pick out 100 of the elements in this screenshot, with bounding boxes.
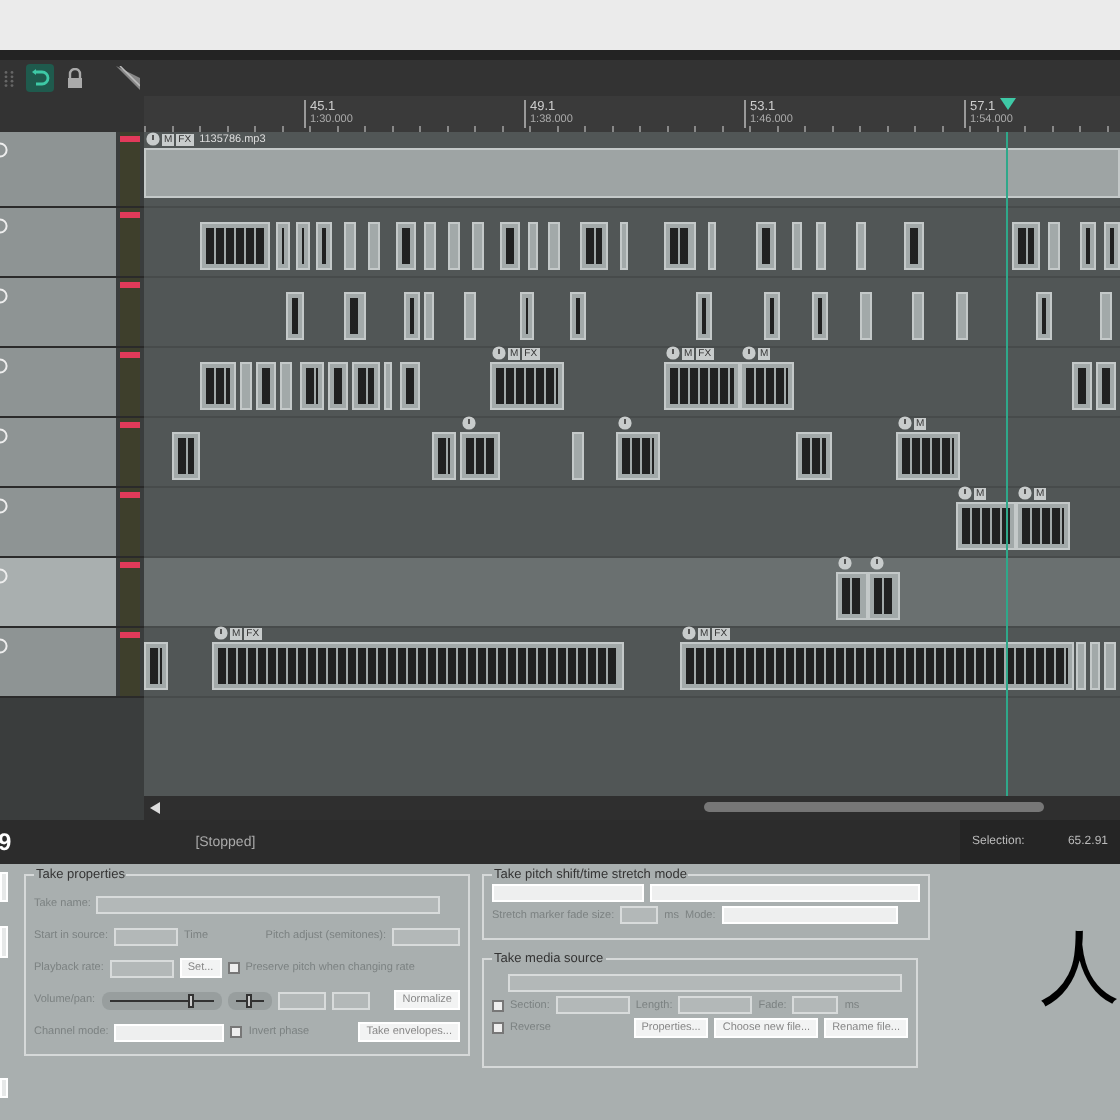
circle-icon[interactable] xyxy=(870,556,884,570)
level-meter xyxy=(120,132,140,206)
track-panel[interactable] xyxy=(0,348,116,416)
lock-icon[interactable] xyxy=(66,68,84,88)
audio-item[interactable] xyxy=(296,222,310,270)
audio-item[interactable] xyxy=(696,292,712,340)
audio-item[interactable] xyxy=(896,432,960,480)
audio-item[interactable] xyxy=(286,292,304,340)
audio-item[interactable] xyxy=(300,362,324,410)
audio-item[interactable] xyxy=(836,572,868,620)
circle-icon[interactable] xyxy=(666,346,680,360)
audio-item[interactable] xyxy=(680,642,1074,690)
audio-item[interactable] xyxy=(904,222,924,270)
circle-icon[interactable] xyxy=(618,416,632,430)
audio-item[interactable] xyxy=(580,222,608,270)
track-panel[interactable] xyxy=(0,418,116,486)
audio-item[interactable] xyxy=(1080,222,1096,270)
checkbox[interactable] xyxy=(227,962,240,974)
audio-item[interactable] xyxy=(328,362,348,410)
circle-icon[interactable] xyxy=(214,626,228,640)
audio-item[interactable] xyxy=(212,642,624,690)
start-field[interactable] xyxy=(114,927,178,945)
audio-item[interactable] xyxy=(1012,222,1040,270)
circle-icon[interactable] xyxy=(838,556,852,570)
audio-item[interactable] xyxy=(570,292,586,340)
pitch-field[interactable] xyxy=(392,927,460,945)
circle-icon[interactable] xyxy=(462,416,476,430)
circle-icon[interactable] xyxy=(682,626,696,640)
audio-item[interactable] xyxy=(1036,292,1052,340)
fade-size-field[interactable] xyxy=(620,906,659,924)
audio-item[interactable] xyxy=(664,222,696,270)
audio-item[interactable] xyxy=(1016,502,1070,550)
audio-item[interactable] xyxy=(956,502,1016,550)
audio-item[interactable] xyxy=(276,222,290,270)
section-field[interactable] xyxy=(555,996,630,1014)
audio-item[interactable] xyxy=(200,222,270,270)
track-panel[interactable] xyxy=(0,132,116,206)
rate-field[interactable] xyxy=(109,959,174,977)
level-meter xyxy=(120,488,140,556)
audio-item[interactable] xyxy=(740,362,794,410)
track-panel[interactable] xyxy=(0,628,116,696)
track-panel[interactable] xyxy=(0,208,116,276)
text-field[interactable] xyxy=(0,1078,8,1098)
track-panel[interactable] xyxy=(0,278,116,346)
audio-item[interactable] xyxy=(868,572,900,620)
circle-icon[interactable] xyxy=(1018,486,1032,500)
pan-field[interactable] xyxy=(331,991,370,1009)
audio-item[interactable] xyxy=(256,362,276,410)
checkbox[interactable] xyxy=(492,999,504,1011)
audio-item[interactable] xyxy=(200,362,236,410)
loop-button[interactable] xyxy=(26,64,54,92)
audio-item[interactable] xyxy=(664,362,740,410)
side-character: 人 xyxy=(1040,924,1120,1012)
circle-icon[interactable] xyxy=(898,416,912,430)
ruler-icon[interactable] xyxy=(116,66,140,90)
audio-item[interactable] xyxy=(520,292,534,340)
circle-icon[interactable] xyxy=(742,346,756,360)
audio-item[interactable] xyxy=(812,292,828,340)
audio-item[interactable] xyxy=(500,222,520,270)
audio-item[interactable] xyxy=(616,432,660,480)
slider-thumb[interactable] xyxy=(245,993,252,1007)
track-panel[interactable] xyxy=(0,558,116,626)
text-field[interactable] xyxy=(0,926,8,958)
volume-field[interactable] xyxy=(277,991,326,1009)
audio-item[interactable] xyxy=(490,362,564,410)
track-panel[interactable] xyxy=(0,488,116,556)
audio-item[interactable] xyxy=(144,642,168,690)
audio-item[interactable] xyxy=(764,292,780,340)
fade-field[interactable] xyxy=(792,996,839,1014)
checkbox[interactable] xyxy=(230,1026,243,1038)
checkbox[interactable] xyxy=(492,1021,504,1033)
source-field[interactable] xyxy=(508,974,902,992)
take-name-field[interactable] xyxy=(96,895,441,913)
scrollbar-thumb[interactable] xyxy=(704,802,1044,812)
scroll-left-icon[interactable] xyxy=(150,802,162,814)
audio-item[interactable] xyxy=(432,432,456,480)
volume-slider[interactable] xyxy=(101,991,222,1009)
circle-icon[interactable] xyxy=(146,132,160,146)
audio-item[interactable] xyxy=(172,432,200,480)
level-meter xyxy=(120,558,140,626)
audio-item[interactable] xyxy=(756,222,776,270)
length-field[interactable] xyxy=(678,996,753,1014)
audio-item[interactable] xyxy=(316,222,332,270)
text-field[interactable] xyxy=(0,872,8,902)
pan-slider[interactable] xyxy=(227,991,272,1009)
audio-item[interactable] xyxy=(460,432,500,480)
level-meter xyxy=(120,208,140,276)
audio-item[interactable] xyxy=(404,292,420,340)
audio-item[interactable] xyxy=(1096,362,1116,410)
slider-thumb[interactable] xyxy=(187,993,194,1007)
audio-item[interactable] xyxy=(344,292,366,340)
audio-item[interactable] xyxy=(1104,222,1120,270)
circle-icon[interactable] xyxy=(492,346,506,360)
circle-icon[interactable] xyxy=(958,486,972,500)
audio-item[interactable] xyxy=(400,362,420,410)
audio-item[interactable] xyxy=(796,432,832,480)
audio-item[interactable] xyxy=(1072,362,1092,410)
audio-item[interactable] xyxy=(396,222,416,270)
audio-item[interactable] xyxy=(352,362,380,410)
stretch-field[interactable] xyxy=(650,884,920,902)
